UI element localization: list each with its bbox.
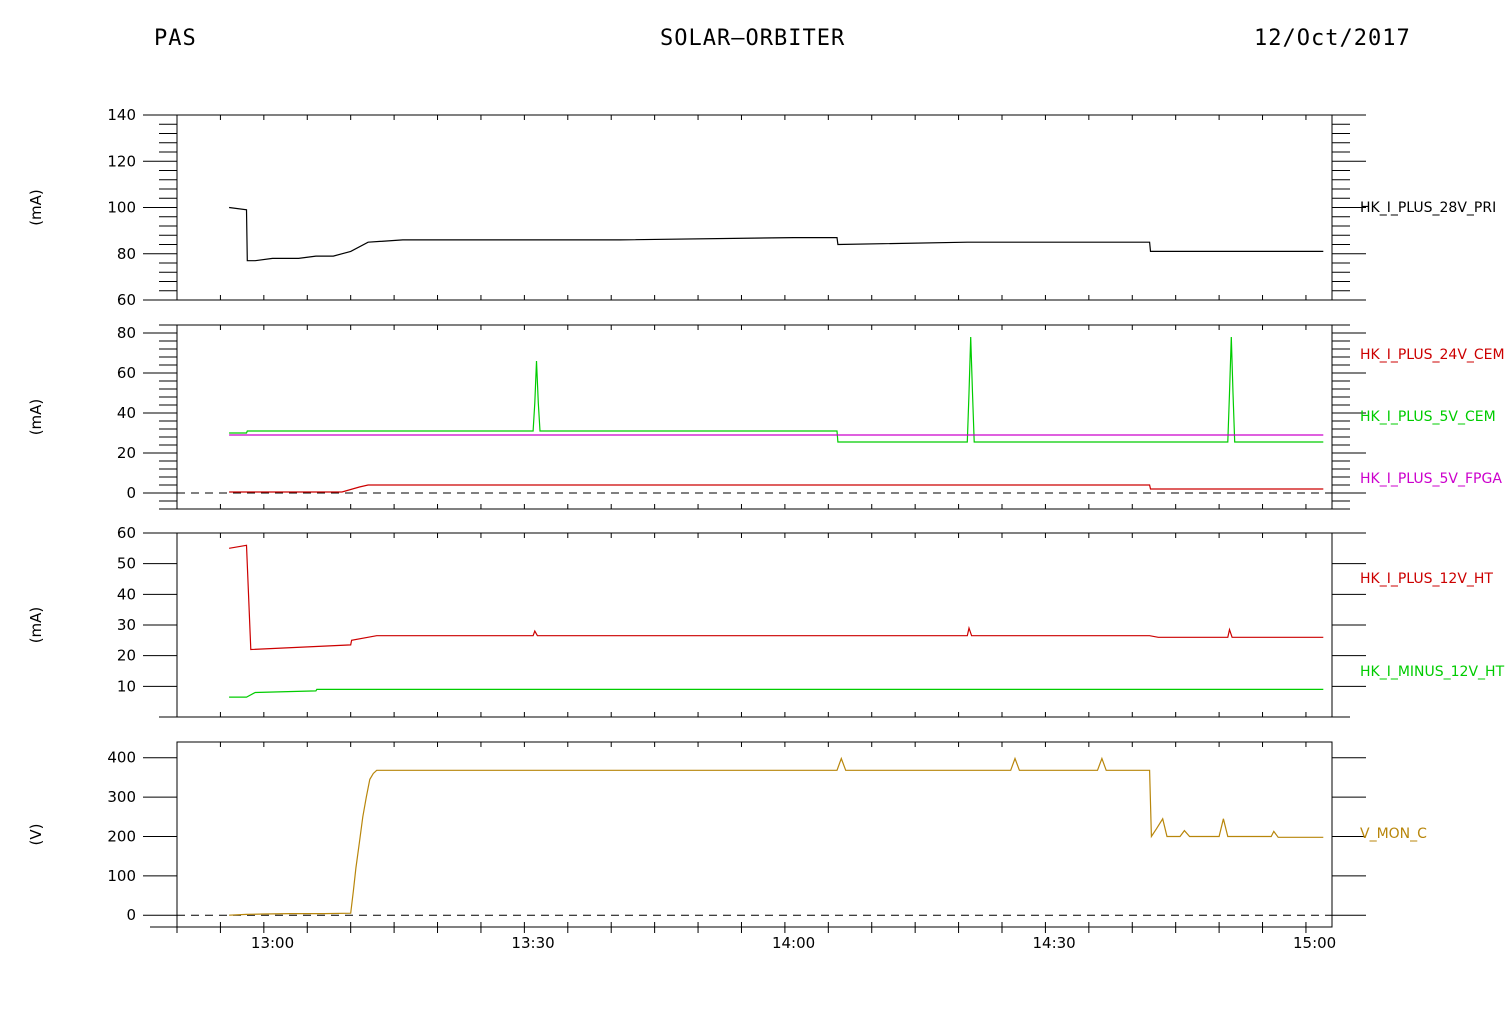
x-tick-label: 14:00 [772, 934, 815, 952]
y-tick-label: 30 [117, 616, 136, 634]
y-tick-label: 120 [107, 152, 136, 170]
y-tick-label: 40 [117, 585, 136, 603]
y-tick-label: 100 [107, 867, 136, 885]
y-tick-label: 200 [107, 827, 136, 845]
series-label: HK_I_MINUS_12V_HT [1360, 664, 1505, 680]
panel-frame [176, 114, 1333, 301]
y-tick-label: 0 [126, 906, 136, 924]
y-tick-label: 50 [117, 555, 136, 573]
y-tick-label: 0 [126, 484, 136, 502]
x-tick-label: 13:30 [511, 934, 554, 952]
y-tick-label: 140 [107, 106, 136, 124]
series-label: HK_I_PLUS_24V_CEM [1360, 347, 1505, 363]
y-tick-label: 10 [117, 677, 136, 695]
y-axis-label: (mA) [27, 399, 45, 436]
series-line-hk_i_plus_5v_cem [229, 336, 1324, 443]
series-line-v_mon_c [229, 756, 1324, 916]
y-tick-label: 300 [107, 788, 136, 806]
series-label: HK_I_PLUS_12V_HT [1360, 571, 1493, 587]
series-line-hk_i_plus_12v_ht [228, 544, 1324, 651]
series-label: HK_I_PLUS_5V_FPGA [1360, 471, 1502, 487]
panel-frame [176, 324, 1333, 510]
y-tick-label: 80 [117, 324, 136, 342]
y-tick-label: 20 [117, 444, 136, 462]
x-tick-label: 13:00 [251, 934, 294, 952]
series-label: HK_I_PLUS_5V_CEM [1360, 409, 1496, 425]
chart-canvas: 6080100120140(mA) HK_I_PLUS_28V_PRI020406… [27, 106, 1505, 952]
series-line-hk_i_plus_24v_cem [229, 484, 1324, 493]
y-tick-label: 40 [117, 404, 136, 422]
y-axis-label: (V) [27, 824, 45, 846]
series-label: V_MON_C [1360, 826, 1427, 842]
y-tick-label: 20 [117, 647, 136, 665]
y-tick-label: 60 [117, 524, 136, 542]
y-tick-label: 100 [107, 199, 136, 217]
y-tick-label: 400 [107, 749, 136, 767]
series-line-hk_i_minus_12v_ht [229, 688, 1324, 698]
y-axis-label: (mA) [27, 607, 45, 644]
y-axis-label: (mA) [27, 189, 45, 226]
x-tick-label: 15:00 [1293, 934, 1336, 952]
series-line-hk_i_plus_28v_pri [229, 206, 1324, 262]
y-tick-label: 60 [117, 364, 136, 382]
x-tick-label: 14:30 [1032, 934, 1075, 952]
y-tick-label: 60 [117, 291, 136, 309]
series-label: HK_I_PLUS_28V_PRI [1360, 200, 1496, 216]
y-tick-label: 80 [117, 245, 136, 263]
